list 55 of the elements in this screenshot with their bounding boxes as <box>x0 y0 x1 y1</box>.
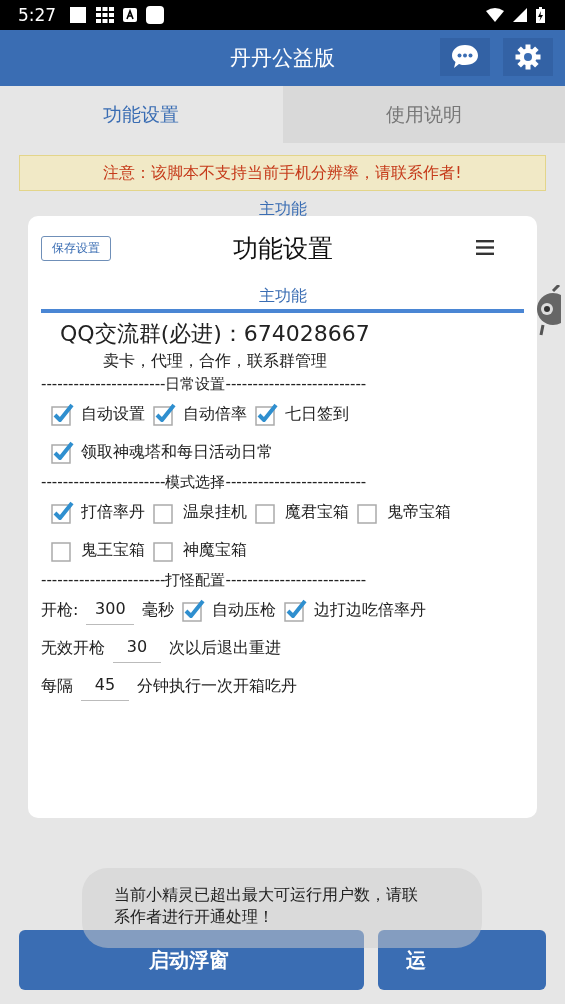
notification-rounded-icon <box>146 6 165 24</box>
settings-button[interactable] <box>503 38 553 76</box>
checkbox[interactable] <box>284 598 309 622</box>
grid-icon <box>96 7 115 23</box>
group-note: 卖卡，代理，合作，联系群管理 <box>103 351 328 372</box>
battery-icon <box>536 7 545 23</box>
section-divider: -----------------------打怪配置-------------------------- <box>41 571 367 589</box>
section-tab[interactable]: 主功能 <box>41 278 524 313</box>
field-label: 次以后退出重进 <box>169 637 281 659</box>
field-label: 无效开枪 <box>41 637 105 659</box>
number-field[interactable]: 30 <box>113 633 161 663</box>
settings-icon <box>515 44 541 70</box>
number-field[interactable]: 300 <box>86 595 135 625</box>
field-label: 开枪: <box>41 599 79 621</box>
checkbox[interactable] <box>182 598 207 622</box>
checkbox[interactable] <box>51 440 75 464</box>
checkbox-label[interactable]: 鬼王宝箱 <box>81 539 145 561</box>
checkbox-label[interactable]: 自动设置 <box>81 403 145 425</box>
chat-bubble-icon <box>451 44 479 70</box>
app-title: 丹丹公益版 <box>230 45 335 72</box>
bottom-button[interactable]: 运 <box>378 930 546 990</box>
checkbox[interactable] <box>255 402 279 426</box>
warning-banner: 注意：该脚本不支持当前手机分辨率，请联系作者! <box>19 155 546 191</box>
wifi-icon <box>486 8 504 22</box>
field-label: 分钟执行一次开箱吃丹 <box>137 675 297 697</box>
menu-icon[interactable] <box>476 240 494 255</box>
checkbox-label[interactable]: 打倍率丹 <box>81 501 145 523</box>
checkbox-label[interactable]: 领取神魂塔和每日活动日常 <box>81 441 273 463</box>
number-field[interactable]: 45 <box>81 671 129 701</box>
checkbox-label[interactable]: 自动压枪 <box>212 599 277 621</box>
section-label: 主功能 <box>258 199 307 220</box>
field-label: 每隔 <box>41 675 73 697</box>
checkbox[interactable] <box>51 500 75 524</box>
save-button[interactable]: 保存设置 <box>41 236 111 261</box>
status-time: 5:27 <box>18 5 57 25</box>
signal-icon <box>513 8 527 22</box>
checkbox-label[interactable]: 七日签到 <box>285 403 349 425</box>
chat-button[interactable] <box>440 38 490 76</box>
keyboard-icon <box>123 8 138 22</box>
dialog-title: 功能设置 <box>232 232 333 265</box>
checkbox[interactable] <box>153 402 177 426</box>
section-divider: -----------------------日常设置-------------------------- <box>41 375 367 393</box>
checkbox-label[interactable]: 自动倍率 <box>183 403 247 425</box>
section-divider: -----------------------模式选择-------------------------- <box>41 473 367 491</box>
checkbox-label[interactable]: 魔君宝箱 <box>285 501 349 523</box>
field-label: 毫秒 <box>142 599 175 621</box>
notification-square-icon <box>69 6 88 24</box>
checkbox-label[interactable]: 边打边吃倍率丹 <box>314 599 427 621</box>
checkbox-label[interactable]: 温泉挂机 <box>183 501 247 523</box>
group-number: QQ交流群(必进)：674028667 <box>60 320 371 348</box>
checkbox-label[interactable]: 鬼帝宝箱 <box>387 501 451 523</box>
bottom-button[interactable]: 启动浮窗 <box>19 930 364 990</box>
checkbox-label[interactable]: 神魔宝箱 <box>183 539 247 561</box>
limit-toast: 当前小精灵已超出最大可运行用户数，请联系作者进行开通处理！ <box>82 868 482 948</box>
checkbox[interactable] <box>51 402 75 426</box>
